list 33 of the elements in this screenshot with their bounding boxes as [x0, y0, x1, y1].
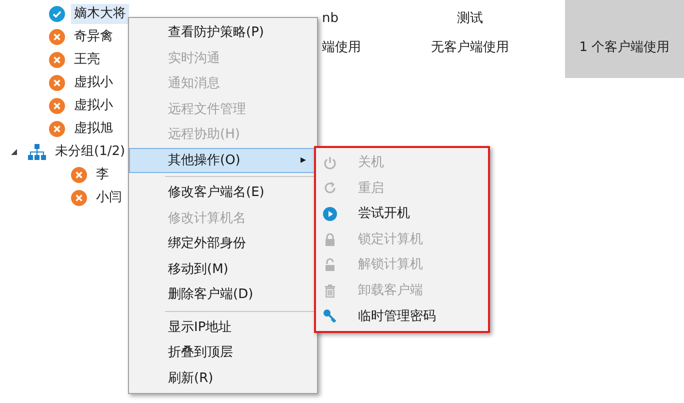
menu-item[interactable]: 其他操作(O) ▸ — [129, 148, 317, 173]
column-header: nb — [322, 10, 340, 26]
selected-column[interactable]: 1 个客户端使用 — [565, 0, 684, 78]
menu-item[interactable]: 折叠到顶层 — [129, 340, 317, 366]
menu-item[interactable]: 绑定外部身份 — [129, 231, 317, 256]
trash-icon — [322, 282, 338, 299]
usage-text: 1 个客户端使用 — [578, 40, 671, 56]
submenu-arrow-icon: ▸ — [300, 152, 306, 168]
client-name[interactable]: 嫡木大将 — [71, 4, 129, 24]
menu-item[interactable]: 刷新(R) — [129, 366, 317, 391]
submenu-item[interactable]: 尝试开机 — [316, 201, 488, 227]
client-name[interactable]: 王亮 — [71, 50, 103, 70]
client-name[interactable]: 小闫 — [93, 188, 125, 208]
menu-item[interactable]: 查看防护策略(P) — [129, 20, 317, 46]
org-chart-icon — [28, 144, 46, 160]
client-name[interactable]: 虚拟小 — [71, 72, 116, 92]
menu-item[interactable]: 修改客户端名(E) — [129, 180, 317, 206]
expand-triangle-icon[interactable] — [10, 148, 18, 156]
client-name[interactable]: 李 — [93, 164, 112, 184]
menu-item[interactable]: 移动到(M) — [129, 256, 317, 282]
usage-text: 端使用 — [322, 40, 362, 56]
power-icon — [322, 154, 338, 171]
menu-item[interactable]: 删除客户端(D) — [129, 282, 317, 308]
key-icon — [322, 308, 338, 324]
submenu-item[interactable]: 临时管理密码 — [316, 304, 488, 330]
client-name[interactable]: 虚拟旭 — [71, 118, 116, 138]
group-label[interactable]: 未分组(1/2) — [52, 142, 128, 162]
play-icon — [322, 206, 338, 222]
menu-item[interactable]: 显示IP地址 — [129, 314, 317, 340]
client-name[interactable]: 虚拟小 — [71, 96, 116, 116]
usage-text: 无客户端使用 — [430, 40, 510, 56]
client-name[interactable]: 奇异禽 — [71, 26, 116, 46]
column-header: 测试 — [456, 10, 484, 26]
